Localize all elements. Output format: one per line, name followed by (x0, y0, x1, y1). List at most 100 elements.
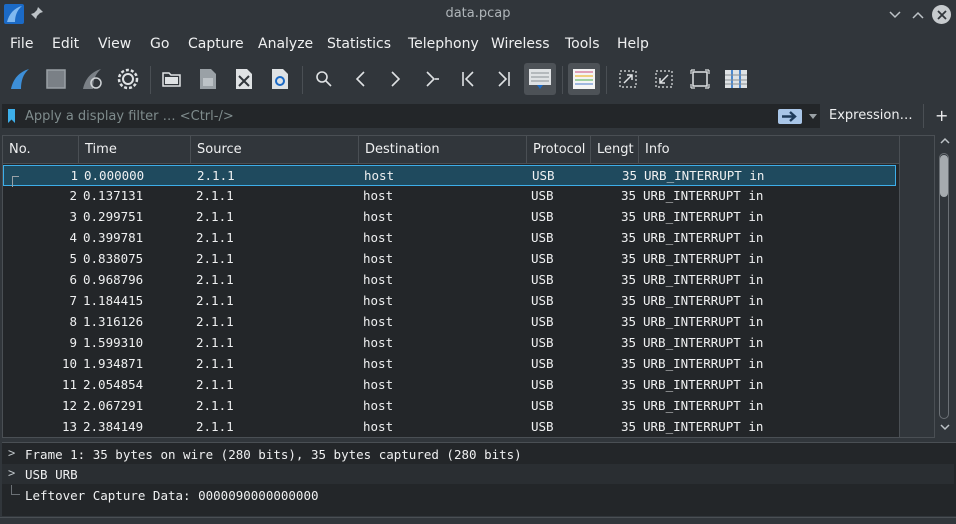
column-no[interactable]: No. (3, 136, 79, 164)
cell-time: 1.184415 (83, 293, 144, 308)
detail-item-frame[interactable]: > Frame 1: 35 bytes on wire (280 bits), … (2, 444, 954, 464)
scroll-up-icon[interactable] (940, 137, 950, 145)
cell-src: 2.1.1 (196, 398, 234, 413)
expand-chevron-icon[interactable]: > (8, 466, 15, 480)
cell-proto: USB (531, 398, 554, 413)
cell-len: 35 (620, 419, 636, 434)
scroll-down-icon[interactable] (940, 423, 950, 431)
column-source[interactable]: Source (191, 136, 359, 164)
forward-arrow-icon[interactable] (380, 63, 412, 95)
cell-dst: host (363, 272, 394, 287)
packet-list-scrollbar[interactable] (937, 135, 953, 438)
cell-no: 12 (61, 398, 77, 413)
save-file-icon[interactable] (192, 63, 224, 95)
minimize-icon[interactable] (885, 5, 905, 25)
column-info[interactable]: Info (639, 136, 897, 164)
cell-len: 35 (620, 335, 636, 350)
reload-file-icon[interactable] (264, 63, 296, 95)
zoom-in-icon[interactable] (612, 63, 644, 95)
detail-item-leftover-data[interactable]: Leftover Capture Data: 0000090000000000 (2, 485, 954, 505)
filter-history-dropdown-icon[interactable] (809, 114, 817, 119)
cell-dst: host (363, 209, 394, 224)
auto-scroll-icon[interactable] (524, 63, 556, 95)
display-filter-bar: Apply a display filter … <Ctrl-/> Expres… (0, 104, 956, 128)
bookmark-icon[interactable] (8, 109, 15, 123)
cell-src: 2.1.1 (196, 377, 234, 392)
menu-analyze[interactable]: Analyze (258, 36, 313, 52)
packet-minimap[interactable] (899, 136, 934, 437)
cell-info: URB_INTERRUPT in (643, 230, 764, 245)
table-row[interactable]: 6 0.968796 2.1.1 host USB 35 URB_INTERRUPT in (3, 270, 896, 291)
scrollbar-thumb[interactable] (940, 155, 948, 197)
normal-size-icon[interactable] (684, 63, 716, 95)
expression-button[interactable]: Expression… (829, 108, 913, 123)
stop-square-icon[interactable] (40, 63, 72, 95)
detail-item-usb-urb[interactable]: > USB URB (2, 464, 954, 484)
cell-len: 35 (620, 251, 636, 266)
table-row[interactable]: 4 0.399781 2.1.1 host USB 35 URB_INTERRUPT in (3, 228, 896, 249)
go-to-packet-icon[interactable] (416, 63, 448, 95)
table-row[interactable]: 11 2.054854 2.1.1 host USB 35 URB_INTERRUPT in (3, 375, 896, 396)
cell-time: 1.316126 (83, 314, 144, 329)
menu-edit[interactable]: Edit (52, 36, 79, 52)
cell-dst: host (363, 251, 394, 266)
packet-details-pane: > Frame 1: 35 bytes on wire (280 bits), … (2, 442, 956, 516)
cell-dst: host (364, 168, 395, 183)
title-bar: data.pcap (0, 0, 956, 30)
column-protocol[interactable]: Protocol (527, 136, 591, 164)
close-window-icon[interactable] (932, 5, 951, 24)
open-folder-icon[interactable] (156, 63, 188, 95)
cell-time: 0.838075 (83, 251, 144, 266)
table-row[interactable]: 13 2.384149 2.1.1 host USB 35 URB_INTERRUPT in (3, 417, 896, 437)
menu-help[interactable]: Help (617, 36, 649, 52)
menu-capture[interactable]: Capture (188, 36, 244, 52)
back-arrow-icon[interactable] (344, 63, 376, 95)
shark-fin-start-icon[interactable] (4, 63, 36, 95)
resize-columns-icon[interactable] (720, 63, 752, 95)
add-filter-button[interactable]: + (935, 106, 948, 125)
last-packet-icon[interactable] (488, 63, 520, 95)
table-row[interactable]: 2 0.137131 2.1.1 host USB 35 URB_INTERRUPT in (3, 186, 896, 207)
menu-tools[interactable]: Tools (565, 36, 600, 52)
cell-src: 2.1.1 (196, 293, 234, 308)
first-packet-icon[interactable] (452, 63, 484, 95)
expand-chevron-icon[interactable]: > (8, 446, 15, 460)
search-icon[interactable] (308, 63, 340, 95)
cell-proto: USB (531, 230, 554, 245)
display-filter-input[interactable]: Apply a display filter … <Ctrl-/> (2, 104, 820, 128)
table-row[interactable]: 5 0.838075 2.1.1 host USB 35 URB_INTERRUPT in (3, 249, 896, 270)
menu-telephony[interactable]: Telephony (408, 36, 479, 52)
menu-view[interactable]: View (98, 36, 131, 52)
table-row[interactable]: 9 1.599310 2.1.1 host USB 35 URB_INTERRUPT in (3, 333, 896, 354)
column-length[interactable]: Lengt (591, 136, 639, 164)
table-row[interactable]: 10 1.934871 2.1.1 host USB 35 URB_INTERRUPT in (3, 354, 896, 375)
menu-statistics[interactable]: Statistics (327, 36, 391, 52)
menu-go[interactable]: Go (150, 36, 169, 52)
cell-info: URB_INTERRUPT in (643, 314, 764, 329)
maximize-icon[interactable] (908, 5, 928, 25)
colorize-icon[interactable] (568, 63, 600, 95)
apply-filter-arrow-icon[interactable] (778, 109, 802, 124)
column-time[interactable]: Time (79, 136, 191, 164)
close-file-icon[interactable] (228, 63, 260, 95)
gear-options-icon[interactable] (112, 63, 144, 95)
table-row[interactable]: 3 0.299751 2.1.1 host USB 35 URB_INTERRUPT in (3, 207, 896, 228)
menu-wireless[interactable]: Wireless (491, 36, 550, 52)
table-row[interactable]: 7 1.184415 2.1.1 host USB 35 URB_INTERRUPT in (3, 291, 896, 312)
cell-len: 35 (620, 377, 636, 392)
menu-file[interactable]: File (10, 36, 33, 52)
table-row[interactable]: 1 0.000000 2.1.1 host USB 35 URB_INTERRUPT in (3, 165, 896, 187)
cell-time: 0.299751 (83, 209, 144, 224)
cell-info: URB_INTERRUPT in (643, 272, 764, 287)
cell-src: 2.1.1 (197, 168, 235, 183)
table-row[interactable]: 12 2.067291 2.1.1 host USB 35 URB_INTERRUPT in (3, 396, 896, 417)
zoom-out-icon[interactable] (648, 63, 680, 95)
cell-src: 2.1.1 (196, 314, 234, 329)
cell-time: 0.399781 (83, 230, 144, 245)
cell-no: 8 (69, 314, 77, 329)
restart-fin-icon[interactable] (76, 63, 108, 95)
cell-src: 2.1.1 (196, 230, 234, 245)
table-row[interactable]: 8 1.316126 2.1.1 host USB 35 URB_INTERRUPT in (3, 312, 896, 333)
column-destination[interactable]: Destination (359, 136, 527, 164)
cell-dst: host (363, 293, 394, 308)
